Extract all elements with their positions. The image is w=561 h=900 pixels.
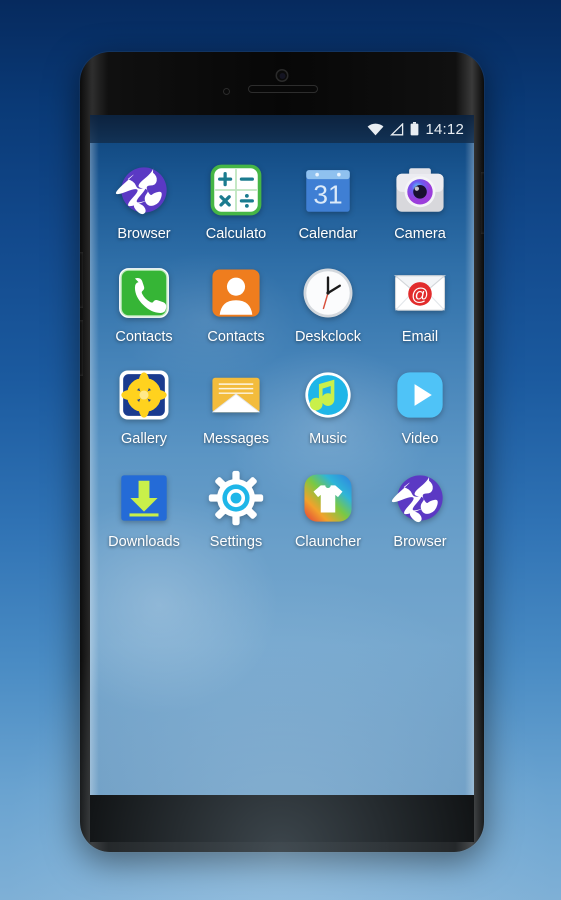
- status-bar: 14:12: [90, 115, 474, 143]
- app-icon-browser-2[interactable]: Browser: [374, 469, 466, 550]
- app-label: Camera: [394, 226, 446, 242]
- messages-envelope-icon: [207, 366, 265, 424]
- tshirt-launcher-icon: [299, 469, 357, 527]
- earpiece-speaker-icon: [248, 85, 318, 93]
- battery-icon: [410, 122, 419, 136]
- contacts-person-icon: [207, 264, 265, 322]
- phone-top-bezel: [80, 52, 484, 116]
- app-label: Email: [401, 328, 439, 345]
- signal-icon: [390, 122, 404, 136]
- email-at-icon: @: [391, 264, 449, 322]
- app-label: Calendar: [298, 226, 358, 242]
- app-label: Contacts: [207, 328, 265, 345]
- app-label: Contacts: [115, 328, 173, 345]
- app-icon-camera[interactable]: Camera: [374, 161, 466, 242]
- app-icon-video[interactable]: Video: [374, 366, 466, 447]
- volume-down-button[interactable]: [80, 320, 83, 376]
- status-bar-clock: 14:12: [425, 120, 464, 138]
- app-label: Downloads: [108, 533, 180, 550]
- app-icon-clauncher[interactable]: Clauncher: [282, 469, 374, 550]
- app-icon-deskclock[interactable]: Deskclock: [282, 264, 374, 345]
- app-icon-gallery[interactable]: Gallery: [98, 366, 190, 447]
- app-label: Clauncher: [294, 533, 362, 550]
- phone-screen: 14:12 Browser Calculato 31 Calendar Came…: [90, 115, 474, 795]
- calendar-day-number: 31: [313, 180, 342, 210]
- app-icon-music[interactable]: Music: [282, 366, 374, 447]
- app-label: Settings: [209, 533, 263, 550]
- app-icon-settings[interactable]: Settings: [190, 469, 282, 550]
- browser-globe-icon: [391, 469, 449, 527]
- front-camera-icon: [275, 69, 289, 82]
- app-label: Deskclock: [294, 328, 362, 345]
- settings-gear-icon: [207, 469, 265, 527]
- app-label: Music: [309, 431, 347, 447]
- phone-bottom-bezel: [90, 795, 474, 842]
- proximity-sensor-icon: [223, 88, 230, 95]
- app-label: Calculato: [205, 226, 267, 242]
- app-icon-email[interactable]: @ Email: [374, 264, 466, 345]
- calculator-icon: [207, 161, 265, 219]
- app-icon-calendar[interactable]: 31 Calendar: [282, 161, 374, 242]
- app-icon-downloads[interactable]: Downloads: [98, 469, 190, 550]
- analog-clock-icon: [299, 264, 357, 322]
- app-label: Browser: [393, 533, 447, 550]
- svg-text:@: @: [411, 284, 428, 304]
- power-button[interactable]: [481, 172, 484, 234]
- calendar-icon: 31: [299, 161, 357, 219]
- wifi-icon: [367, 123, 384, 136]
- phone-dialer-icon: [115, 264, 173, 322]
- browser-globe-icon: [115, 161, 173, 219]
- app-label: Video: [401, 431, 439, 447]
- gallery-flower-icon: [115, 366, 173, 424]
- app-icon-contacts-person[interactable]: Contacts: [190, 264, 282, 345]
- app-icon-messages[interactable]: Messages: [190, 366, 282, 447]
- app-label: Messages: [202, 431, 270, 447]
- app-drawer-grid: Browser Calculato 31 Calendar Camera Con…: [90, 143, 474, 549]
- video-play-icon: [391, 366, 449, 424]
- app-label: Browser: [117, 226, 171, 242]
- app-label: Gallery: [121, 431, 167, 447]
- phone-device: 14:12 Browser Calculato 31 Calendar Came…: [80, 52, 484, 852]
- camera-icon: [391, 161, 449, 219]
- app-icon-calculator[interactable]: Calculato: [190, 161, 282, 242]
- app-icon-contacts-dialer[interactable]: Contacts: [98, 264, 190, 345]
- app-icon-browser[interactable]: Browser: [98, 161, 190, 242]
- wallpaper-backdrop: 14:12 Browser Calculato 31 Calendar Came…: [0, 0, 561, 900]
- download-arrow-icon: [115, 469, 173, 527]
- volume-up-button[interactable]: [80, 252, 83, 308]
- music-note-icon: [299, 366, 357, 424]
